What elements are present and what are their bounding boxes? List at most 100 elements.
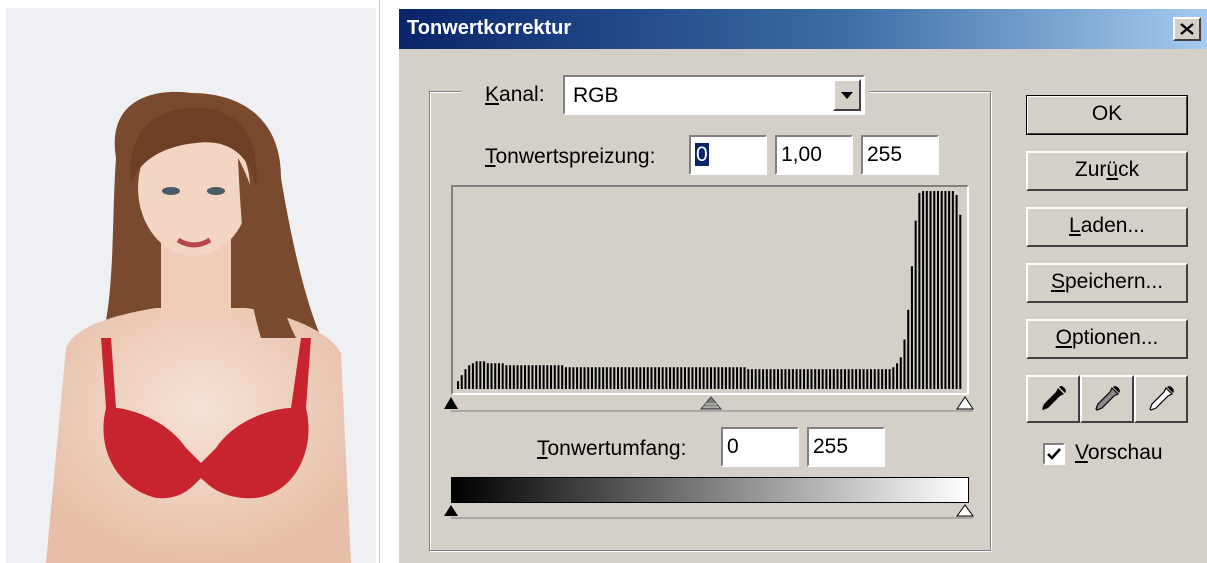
histogram-bar <box>724 367 727 389</box>
histogram-bar <box>840 369 843 389</box>
dialog-title: Tonwertkorrektur <box>407 17 572 39</box>
output-white-slider-handle[interactable] <box>956 504 974 517</box>
histogram-bar <box>955 194 958 389</box>
histogram-bar <box>602 367 605 389</box>
histogram-bar <box>657 367 660 389</box>
histogram-bar <box>505 365 508 389</box>
histogram-bar <box>546 365 549 389</box>
histogram-bar <box>717 367 720 389</box>
histogram-bar <box>535 365 538 389</box>
output-black-field[interactable]: 0 <box>721 427 799 467</box>
histogram-bar <box>572 367 575 389</box>
histogram-bar <box>910 266 913 389</box>
histogram-bar <box>780 369 783 389</box>
input-black-field[interactable]: 0 <box>689 135 767 175</box>
histogram-bar <box>687 367 690 389</box>
histogram-bar <box>613 367 616 389</box>
photo-preview <box>6 8 376 563</box>
histogram-bar <box>750 369 753 389</box>
histogram-bar <box>881 369 884 389</box>
title-bar[interactable]: Tonwertkorrektur <box>399 9 1207 49</box>
histogram-bar <box>643 367 646 389</box>
histogram-bar <box>888 369 891 389</box>
channel-select[interactable]: RGB <box>563 75 865 115</box>
histogram-bar <box>471 363 474 389</box>
output-black-slider-handle[interactable] <box>444 505 458 516</box>
channel-dropdown-button[interactable] <box>833 79 861 111</box>
reset-button[interactable]: Zurück <box>1026 151 1188 191</box>
load-button[interactable]: Laden... <box>1026 207 1188 247</box>
histogram-bar <box>639 367 642 389</box>
histogram-bar <box>877 369 880 389</box>
preview-checkbox[interactable] <box>1043 443 1065 465</box>
histogram-bar <box>732 367 735 389</box>
histogram-bar <box>509 365 512 389</box>
histogram-bar <box>855 369 858 389</box>
histogram-bar <box>825 369 828 389</box>
histogram-bar <box>836 369 839 389</box>
histogram-bar <box>665 367 668 389</box>
black-eyedropper-button[interactable] <box>1026 375 1080 423</box>
histogram-bar <box>501 363 504 389</box>
white-eyedropper-button[interactable] <box>1134 375 1188 423</box>
histogram-bar <box>765 369 768 389</box>
histogram-bar <box>803 369 806 389</box>
input-white-field[interactable]: 255 <box>861 135 939 175</box>
histogram-bar <box>710 367 713 389</box>
options-button[interactable]: Optionen... <box>1026 319 1188 359</box>
histogram-bar <box>583 367 586 389</box>
output-white-field[interactable]: 255 <box>807 427 885 467</box>
histogram-bar <box>925 191 928 389</box>
histogram-bar <box>843 369 846 389</box>
histogram-bar <box>691 367 694 389</box>
input-slider[interactable] <box>443 395 979 415</box>
histogram-bar <box>817 369 820 389</box>
histogram-bar <box>940 191 943 389</box>
histogram-bar <box>661 367 664 389</box>
histogram-bar <box>907 309 910 389</box>
histogram-bar <box>576 367 579 389</box>
input-black-slider-handle[interactable] <box>444 397 458 409</box>
histogram-bar <box>553 365 556 389</box>
channel-value: RGB <box>573 84 619 107</box>
histogram-bar <box>483 361 486 389</box>
input-white-slider-handle[interactable] <box>956 396 974 410</box>
histogram-bar <box>650 367 653 389</box>
close-icon <box>1180 23 1194 35</box>
histogram-bar <box>959 214 962 389</box>
histogram-bar <box>791 369 794 389</box>
histogram-bar <box>564 367 567 389</box>
histogram-bar <box>869 369 873 389</box>
output-gradient-bar <box>451 477 969 503</box>
histogram-bar <box>557 365 560 389</box>
histogram-bar <box>457 381 460 389</box>
histogram-bar <box>754 369 757 389</box>
histogram-bar <box>605 367 608 389</box>
histogram-bar <box>862 369 865 389</box>
input-gamma-slider-handle[interactable] <box>699 396 723 410</box>
histogram-bar <box>758 369 761 389</box>
output-levels-label: Tonwertumfang: <box>537 437 687 460</box>
input-gamma-field[interactable]: 1,00 <box>775 135 853 175</box>
preview-label[interactable]: Vorschau <box>1075 441 1163 465</box>
histogram-bar <box>776 369 780 389</box>
close-button[interactable] <box>1173 17 1201 41</box>
histogram-bar <box>829 369 832 389</box>
histogram-bar <box>590 367 593 389</box>
histogram-bar <box>951 191 954 389</box>
histogram-bar <box>713 367 716 389</box>
ok-button[interactable]: OK <box>1026 95 1188 135</box>
histogram-bar <box>706 367 709 389</box>
histogram-bar <box>747 369 750 389</box>
histogram-bar <box>695 367 698 389</box>
histogram-bar <box>527 365 530 389</box>
histogram-bar <box>773 369 776 389</box>
histogram-bar <box>721 367 724 389</box>
output-slider[interactable] <box>443 503 979 521</box>
gray-eyedropper-button[interactable] <box>1080 375 1134 423</box>
histogram-bar <box>672 367 675 389</box>
histogram-bar <box>520 365 523 389</box>
save-button[interactable]: Speichern... <box>1026 263 1188 303</box>
histogram-bar <box>464 369 467 389</box>
eyedropper-group <box>1026 375 1188 423</box>
